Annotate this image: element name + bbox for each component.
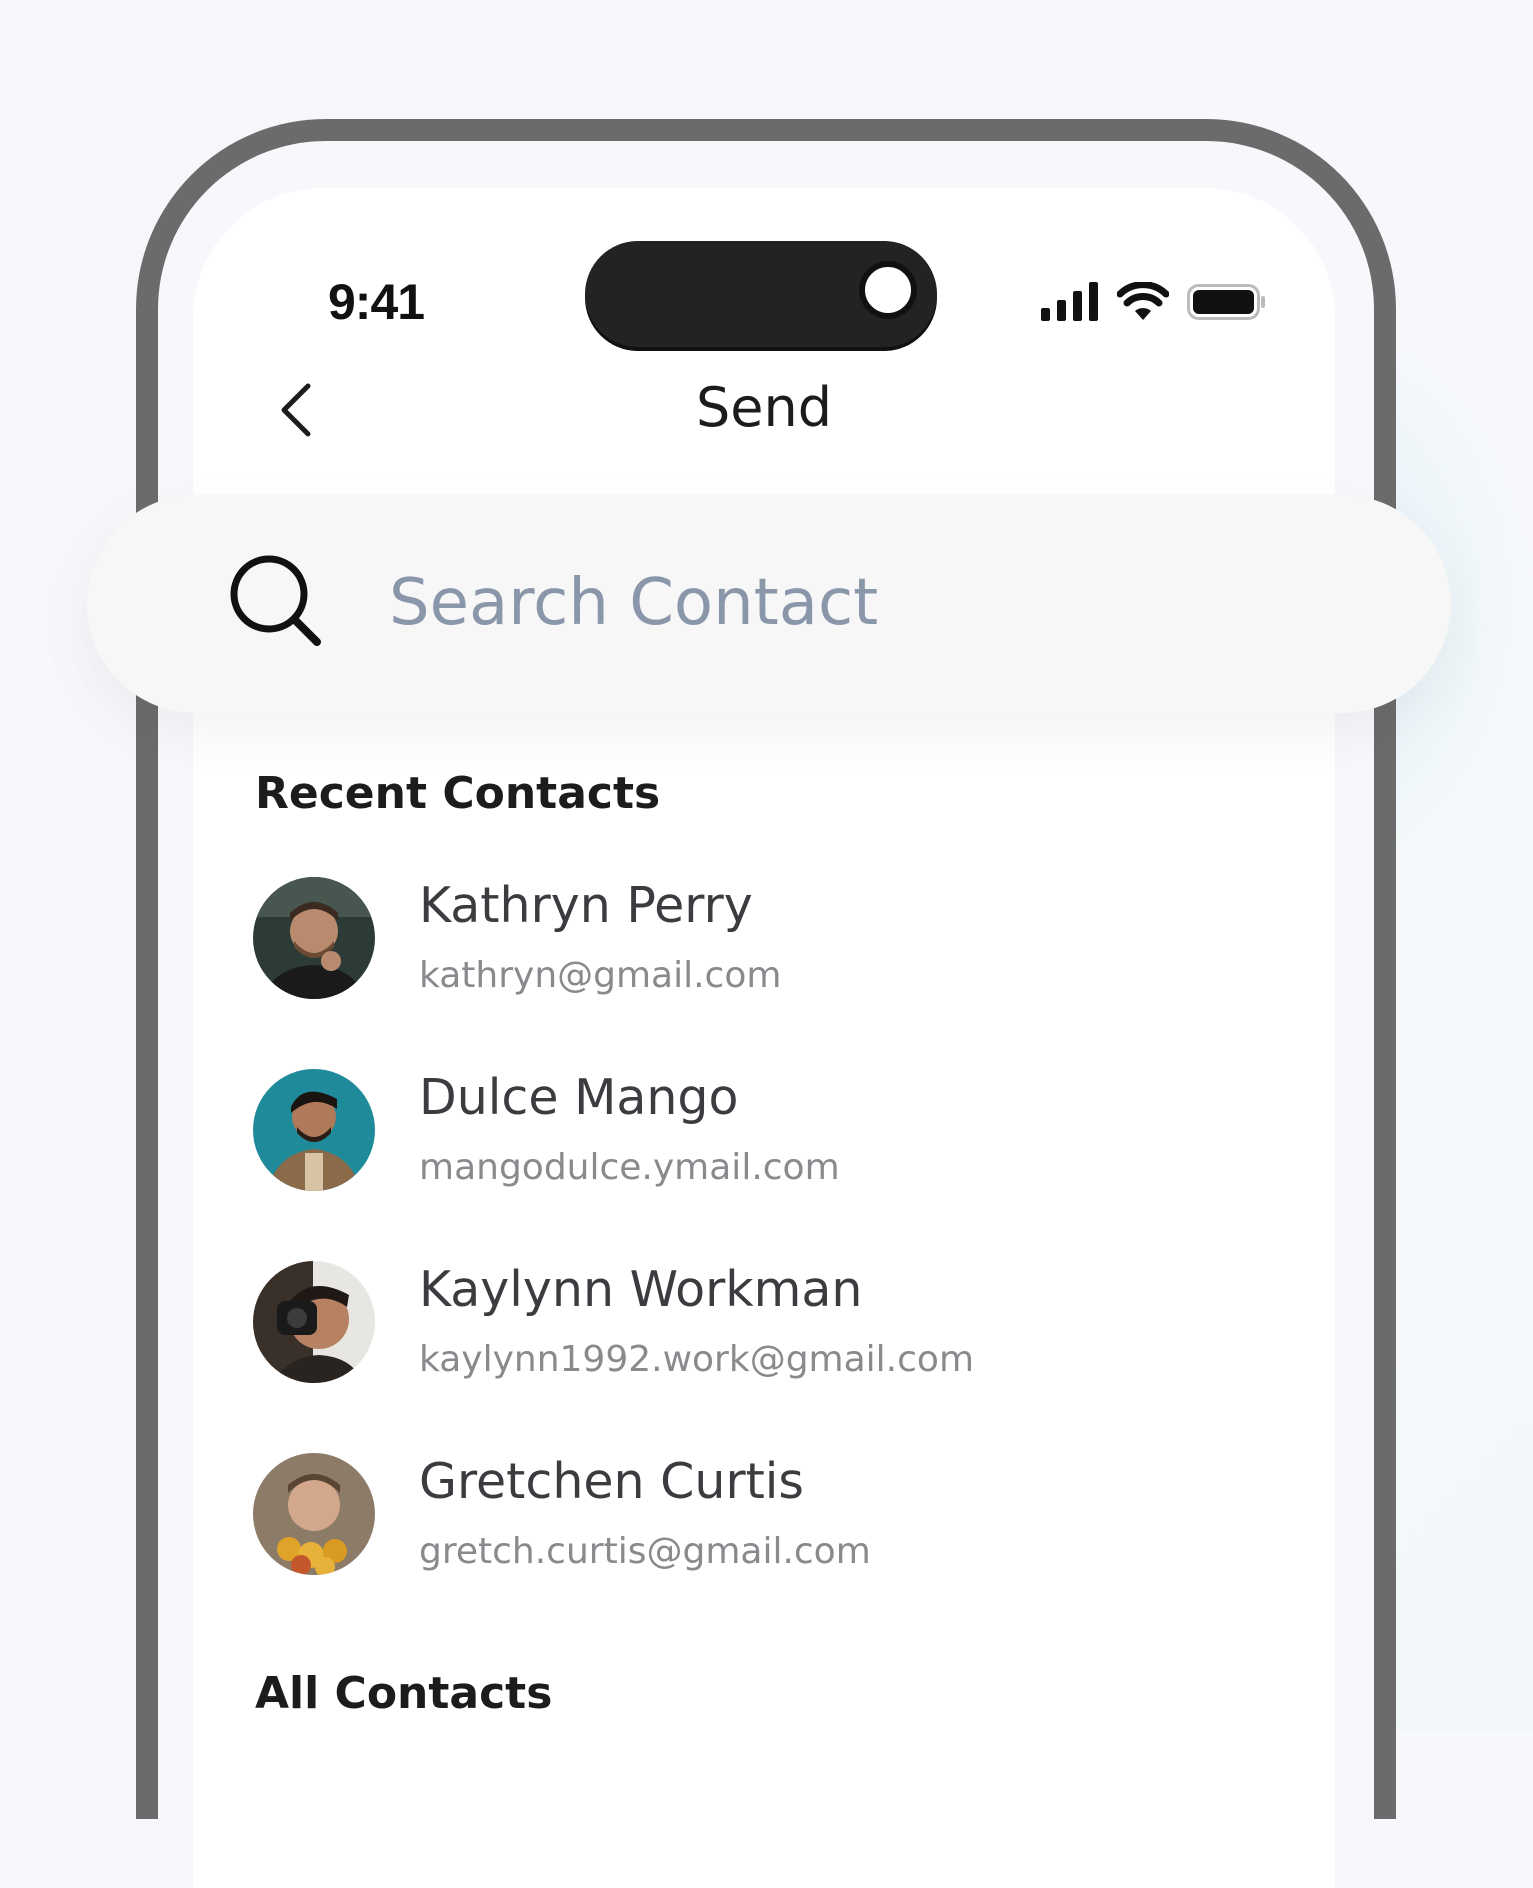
contact-name: Kaylynn Workman [419,1261,863,1318]
phone-screen: 9:41 Send Recent Contacts Kathryn Perry … [193,188,1335,1888]
contact-name: Dulce Mango [419,1069,739,1126]
camera-icon [859,261,917,319]
avatar [253,1261,375,1383]
all-contacts-title: All Contacts [255,1668,553,1719]
contact-name: Gretchen Curtis [419,1453,804,1510]
dynamic-island [585,241,937,347]
avatar [253,877,375,999]
search-icon [230,555,321,646]
page-title: Send [695,376,832,439]
contact-row-kaylynn-workman[interactable]: Kaylynn Workman kaylynn1992.work@gmail.c… [253,1261,1253,1391]
contact-email: gretch.curtis@gmail.com [419,1531,871,1572]
back-button[interactable] [268,378,324,442]
search-input[interactable] [387,547,1291,659]
avatar [253,1453,375,1575]
recent-contacts-title: Recent Contacts [255,768,661,819]
contact-row-dulce-mango[interactable]: Dulce Mango mangodulce.ymail.com [253,1069,1253,1199]
contact-email: kaylynn1992.work@gmail.com [419,1339,975,1380]
contact-name: Kathryn Perry [419,877,753,934]
status-icons [1041,280,1267,324]
contact-row-kathryn-perry[interactable]: Kathryn Perry kathryn@gmail.com [253,877,1253,1007]
battery-icon [1187,284,1265,320]
search-bar[interactable] [87,495,1451,713]
contact-email: kathryn@gmail.com [419,955,782,996]
contact-row-gretchen-curtis[interactable]: Gretchen Curtis gretch.curtis@gmail.com [253,1453,1253,1583]
status-time: 9:41 [328,274,425,330]
contact-email: mangodulce.ymail.com [419,1147,840,1188]
avatar [253,1069,375,1191]
chevron-left-icon [281,383,311,437]
wifi-icon [1117,282,1169,320]
cellular-signal-icon [1041,282,1098,321]
